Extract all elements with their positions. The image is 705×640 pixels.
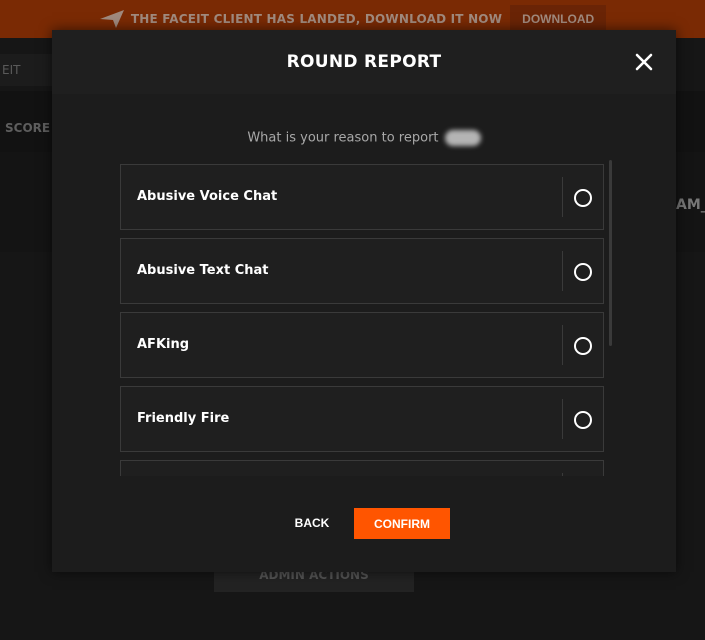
reason-option-abusive-voice-chat[interactable]: Abusive Voice Chat	[120, 164, 604, 230]
report-prompt-text: What is your reason to report	[247, 130, 439, 146]
reason-radio[interactable]	[574, 337, 592, 355]
background-team-label: AM_	[676, 197, 705, 213]
faceit-logo-icon	[99, 10, 124, 28]
option-divider	[562, 325, 563, 365]
close-button[interactable]	[632, 50, 656, 74]
banner-text: THE FACEIT CLIENT HAS LANDED, DOWNLOAD I…	[130, 12, 503, 26]
reason-option-abusive-text-chat[interactable]: Abusive Text Chat	[120, 238, 604, 304]
confirm-button[interactable]: CONFIRM	[354, 508, 450, 539]
option-divider	[562, 251, 563, 291]
option-divider	[562, 473, 563, 476]
reason-radio[interactable]	[574, 189, 592, 207]
reason-radio[interactable]	[574, 263, 592, 281]
reason-option-label: Abusive Voice Chat	[137, 189, 278, 204]
reason-option-label: AFKing	[137, 337, 190, 352]
reason-option-partial[interactable]	[120, 460, 604, 476]
background-scoreboard-label: SCORE	[5, 121, 51, 135]
round-report-modal: ROUND REPORT What is your reason to repo…	[52, 30, 676, 572]
reason-option-label: Abusive Text Chat	[137, 263, 269, 278]
reason-option-label: Friendly Fire	[137, 411, 230, 426]
reason-list-scrollbar[interactable]	[609, 160, 612, 346]
close-icon	[635, 53, 653, 71]
reason-option-afking[interactable]: AFKing	[120, 312, 604, 378]
option-divider	[562, 177, 563, 217]
reason-radio[interactable]	[574, 411, 592, 429]
reason-list[interactable]: Abusive Voice Chat Abusive Text Chat AFK…	[120, 164, 612, 476]
background-search-field: EIT	[0, 54, 54, 86]
report-prompt: What is your reason to report	[52, 130, 676, 146]
option-divider	[562, 399, 563, 439]
download-button[interactable]: DOWNLOAD	[510, 5, 607, 33]
redacted-player-name	[444, 130, 481, 146]
reason-option-friendly-fire[interactable]: Friendly Fire	[120, 386, 604, 452]
modal-title: ROUND REPORT	[286, 52, 442, 72]
modal-header: ROUND REPORT	[52, 30, 676, 94]
back-button[interactable]: BACK	[282, 508, 342, 538]
